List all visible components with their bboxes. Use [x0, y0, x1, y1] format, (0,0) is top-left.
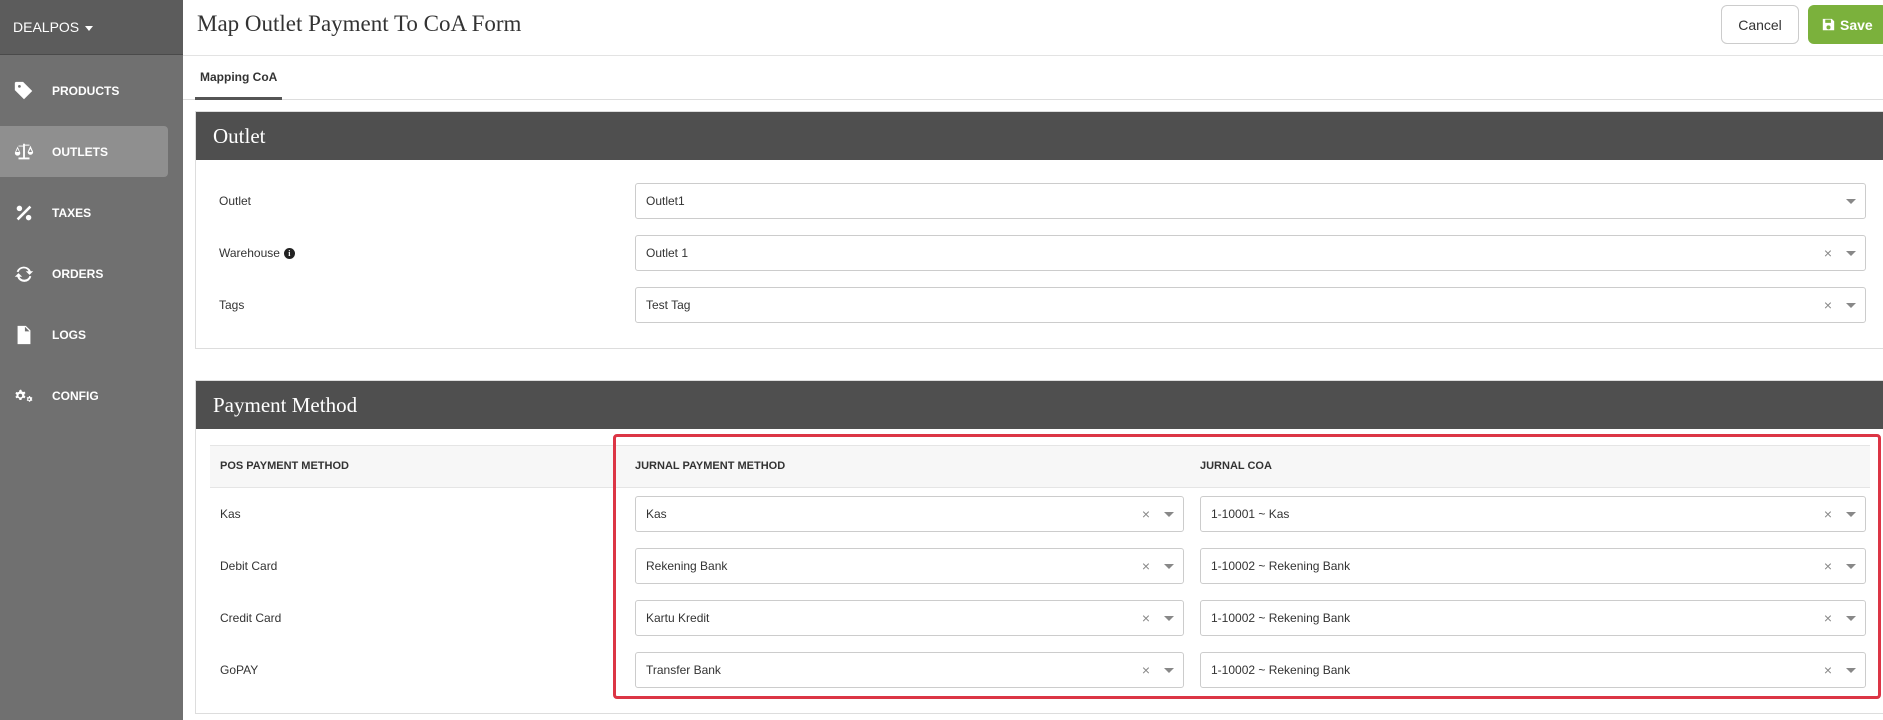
select-value: 1-10002 ~ Rekening Bank	[1211, 611, 1351, 625]
balance-scale-icon	[12, 140, 36, 164]
pos-payment-method: Credit Card	[220, 611, 282, 625]
chevron-down-icon	[1164, 615, 1174, 621]
save-button-label: Save	[1840, 16, 1873, 33]
chevron-down-icon	[1846, 511, 1856, 517]
jurnal-payment-method-select[interactable]: Kas ×	[635, 496, 1184, 532]
chevron-down-icon	[1846, 250, 1856, 256]
chevron-down-icon	[1846, 615, 1856, 621]
select-value: 1-10001 ~ Kas	[1211, 507, 1290, 521]
clear-icon[interactable]: ×	[1820, 610, 1836, 626]
chevron-down-icon	[1846, 667, 1856, 673]
column-header: JURNAL PAYMENT METHOD	[635, 460, 786, 472]
cancel-button[interactable]: Cancel	[1721, 5, 1799, 44]
refresh-icon	[12, 262, 36, 286]
sidebar-item-outlets[interactable]: OUTLETS	[0, 126, 168, 177]
pos-payment-method: Kas	[220, 507, 241, 521]
clear-icon[interactable]: ×	[1138, 662, 1154, 678]
outlet-panel: Outlet Outlet Outlet1 Warehouse i Outlet…	[195, 111, 1883, 349]
clear-icon[interactable]: ×	[1820, 506, 1836, 522]
warehouse-select[interactable]: Outlet 1 ×	[635, 235, 1866, 271]
column-header: POS PAYMENT METHOD	[220, 460, 349, 472]
sidebar-item-products[interactable]: PRODUCTS	[0, 65, 168, 116]
jurnal-coa-select[interactable]: 1-10002 ~ Rekening Bank ×	[1200, 600, 1866, 636]
cogs-icon	[12, 384, 36, 408]
select-value: Rekening Bank	[646, 559, 728, 573]
info-icon[interactable]: i	[283, 247, 295, 259]
warehouse-select-value: Outlet 1	[646, 246, 689, 260]
sidebar-item-label: CONFIG	[52, 388, 99, 403]
sidebar-item-config[interactable]: CONFIG	[0, 370, 168, 421]
tab-bar: Mapping CoA	[183, 56, 1883, 100]
tags-label-text: Tags	[219, 298, 245, 312]
jurnal-coa-select[interactable]: 1-10002 ~ Rekening Bank ×	[1200, 548, 1866, 584]
sidebar-item-logs[interactable]: LOGS	[0, 309, 168, 360]
outlet-panel-title: Outlet	[196, 112, 1883, 160]
page-title: Map Outlet Payment To CoA Form	[197, 11, 522, 36]
select-value: Kas	[646, 507, 667, 521]
sidebar-item-label: PRODUCTS	[52, 83, 120, 98]
outlet-select[interactable]: Outlet1	[635, 183, 1866, 219]
jurnal-coa-select[interactable]: 1-10001 ~ Kas ×	[1200, 496, 1866, 532]
chevron-down-icon	[1846, 563, 1856, 569]
warehouse-label-text: Warehouse	[219, 246, 280, 260]
payment-method-panel: Payment Method POS PAYMENT METHOD JURNAL…	[195, 380, 1883, 714]
tags-select-value: Test Tag	[646, 298, 691, 312]
sidebar-nav: PRODUCTS OUTLETS TAXES ORDERS LOGS CONFI…	[0, 55, 183, 421]
jurnal-coa-select[interactable]: 1-10002 ~ Rekening Bank ×	[1200, 652, 1866, 688]
percent-icon	[12, 201, 36, 225]
tag-icon	[12, 79, 36, 103]
select-value: Kartu Kredit	[646, 611, 710, 625]
tags-select[interactable]: Test Tag ×	[635, 287, 1866, 323]
tags-label: Tags	[219, 298, 244, 312]
sidebar-item-orders[interactable]: ORDERS	[0, 248, 168, 299]
caret-down-icon	[85, 25, 94, 31]
select-value: Transfer Bank	[646, 663, 721, 677]
clear-icon[interactable]: ×	[1820, 558, 1836, 574]
clear-icon[interactable]: ×	[1138, 506, 1154, 522]
sidebar-item-taxes[interactable]: TAXES	[0, 187, 168, 238]
floppy-icon	[1822, 18, 1835, 31]
clear-icon[interactable]: ×	[1820, 297, 1836, 313]
outlet-label: Outlet	[219, 194, 251, 208]
page-header: Map Outlet Payment To CoA Form Cancel Sa…	[183, 0, 1883, 56]
brand-name: DEALPOS	[13, 19, 80, 35]
code-file-icon	[12, 323, 36, 347]
tab-mapping-coa[interactable]: Mapping CoA	[195, 56, 283, 100]
payment-panel-title: Payment Method	[196, 381, 1883, 429]
clear-icon[interactable]: ×	[1820, 662, 1836, 678]
clear-icon[interactable]: ×	[1138, 558, 1154, 574]
chevron-down-icon	[1846, 198, 1856, 204]
clear-icon[interactable]: ×	[1820, 245, 1836, 261]
save-button[interactable]: Save	[1808, 5, 1883, 44]
sidebar-item-label: TAXES	[52, 205, 92, 220]
chevron-down-icon	[1164, 563, 1174, 569]
clear-icon[interactable]: ×	[1138, 610, 1154, 626]
select-value: 1-10002 ~ Rekening Bank	[1211, 559, 1351, 573]
sidebar-item-label: ORDERS	[52, 266, 104, 281]
outlet-label-text: Outlet	[219, 194, 252, 208]
select-value: 1-10002 ~ Rekening Bank	[1211, 663, 1351, 677]
jurnal-payment-method-select[interactable]: Transfer Bank ×	[635, 652, 1184, 688]
pos-payment-method: GoPAY	[220, 663, 259, 677]
outlet-select-value: Outlet1	[646, 194, 685, 208]
warehouse-label: Warehouse i	[219, 246, 295, 260]
jurnal-payment-method-select[interactable]: Kartu Kredit ×	[635, 600, 1184, 636]
sidebar-item-label: OUTLETS	[52, 144, 108, 159]
chevron-down-icon	[1164, 511, 1174, 517]
chevron-down-icon	[1846, 302, 1856, 308]
jurnal-payment-method-select[interactable]: Rekening Bank ×	[635, 548, 1184, 584]
chevron-down-icon	[1164, 667, 1174, 673]
column-header: JURNAL COA	[1200, 460, 1272, 472]
sidebar: DEALPOS PRODUCTS OUTLETS TAXES ORDERS LO…	[0, 0, 183, 720]
sidebar-item-label: LOGS	[52, 327, 87, 342]
brand-menu[interactable]: DEALPOS	[0, 0, 183, 55]
table-header: POS PAYMENT METHOD JURNAL PAYMENT METHOD…	[210, 445, 1870, 488]
pos-payment-method: Debit Card	[220, 559, 278, 573]
